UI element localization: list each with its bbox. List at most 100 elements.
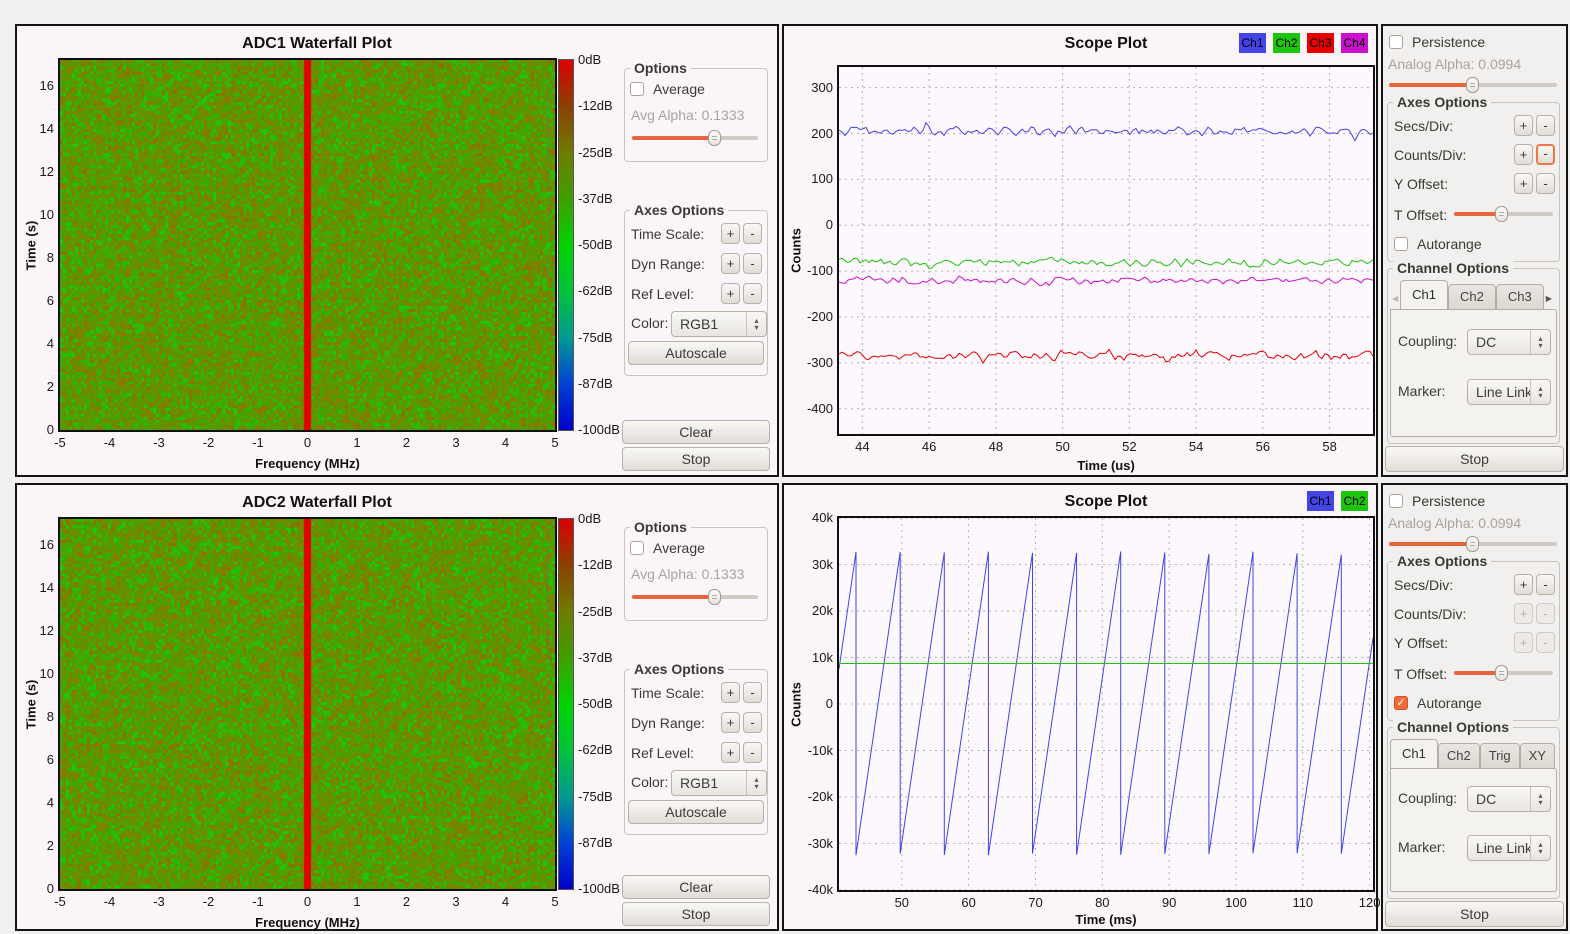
counts-div-minus-button[interactable]: -: [1536, 603, 1555, 624]
t-offset-slider[interactable]: [1454, 665, 1553, 681]
stop-button[interactable]: Stop: [622, 447, 770, 471]
x-tick-label: -1: [244, 895, 272, 909]
y-tick-label: 12: [28, 165, 54, 179]
secs-div-plus-button[interactable]: +: [1514, 115, 1533, 136]
counts-div-minus-button[interactable]: -: [1536, 144, 1555, 165]
dyn-range-plus-button[interactable]: +: [721, 253, 740, 274]
dyn-range-minus-button[interactable]: -: [743, 253, 762, 274]
slider-handle[interactable]: [708, 130, 721, 146]
secs-div-minus-button[interactable]: -: [1536, 115, 1555, 136]
scope-plot-canvas[interactable]: [837, 65, 1375, 436]
y-tick-label: 16: [28, 79, 54, 93]
time-scale-plus-button[interactable]: +: [721, 682, 740, 703]
marker-value: Line Link: [1468, 380, 1530, 404]
ref-level-minus-button[interactable]: -: [743, 283, 762, 304]
autoscale-button[interactable]: Autoscale: [628, 341, 764, 365]
average-checkbox[interactable]: [630, 541, 644, 555]
persistence-checkbox[interactable]: [1389, 494, 1403, 508]
average-checkbox[interactable]: [630, 82, 644, 96]
x-tick-label: 2: [393, 895, 421, 909]
y-offset-minus-button[interactable]: -: [1536, 632, 1555, 653]
spinner-arrows-icon[interactable]: ▴▾: [746, 771, 766, 795]
axes-options-group-label: Axes Options: [630, 202, 728, 218]
stop-button[interactable]: Stop: [1385, 901, 1564, 927]
y-offset-minus-button[interactable]: -: [1536, 173, 1555, 194]
persistence-label: Persistence: [1412, 493, 1485, 509]
trace-ch3: [839, 349, 1373, 363]
spin-down-icon[interactable]: ▾: [754, 783, 758, 790]
tab-ch1[interactable]: Ch1: [1390, 739, 1438, 768]
time-scale-minus-button[interactable]: -: [743, 223, 762, 244]
clear-button[interactable]: Clear: [622, 420, 770, 444]
tab-trig[interactable]: Trig: [1480, 743, 1520, 768]
spinner-arrows-icon[interactable]: ▴▾: [1530, 787, 1550, 811]
slider-handle[interactable]: [1466, 77, 1479, 93]
y-offset-plus-button[interactable]: +: [1514, 173, 1533, 194]
avg-alpha-slider[interactable]: [632, 130, 758, 146]
scope-traces: [839, 518, 1373, 890]
tab-scroll-left-icon[interactable]: ◀: [1390, 294, 1400, 309]
y-tick-label: 10: [28, 208, 54, 222]
autorange-checkbox[interactable]: [1394, 237, 1408, 251]
tab-ch2[interactable]: Ch2: [1448, 284, 1496, 309]
dyn-range-plus-button[interactable]: +: [721, 712, 740, 733]
stop-button[interactable]: Stop: [622, 902, 770, 926]
adc2-waterfall-panel: ADC2 Waterfall Plot Time (s) Frequency (…: [15, 483, 779, 931]
clear-button[interactable]: Clear: [622, 875, 770, 899]
autorange-checkbox[interactable]: ✓: [1394, 696, 1408, 710]
tab-ch1[interactable]: Ch1: [1400, 280, 1448, 309]
spinner-arrows-icon[interactable]: ▴▾: [1530, 836, 1550, 860]
spin-down-icon[interactable]: ▾: [1538, 799, 1542, 806]
t-offset-slider[interactable]: [1454, 206, 1553, 222]
secs-div-plus-button[interactable]: +: [1514, 574, 1533, 595]
spinner-arrows-icon[interactable]: ▴▾: [746, 312, 766, 336]
counts-div-plus-button[interactable]: +: [1514, 144, 1533, 165]
waterfall-heatmap[interactable]: [58, 517, 557, 891]
ref-level-plus-button[interactable]: +: [721, 742, 740, 763]
tab-scroll-right-icon[interactable]: ▶: [1544, 294, 1554, 309]
coupling-select[interactable]: DC ▴▾: [1467, 329, 1551, 355]
time-scale-minus-button[interactable]: -: [743, 682, 762, 703]
x-tick-label: -5: [46, 436, 74, 450]
ref-level-minus-button[interactable]: -: [743, 742, 762, 763]
counts-div-plus-button[interactable]: +: [1514, 603, 1533, 624]
waterfall-heatmap[interactable]: [58, 58, 557, 432]
analog-alpha-slider[interactable]: [1389, 77, 1557, 93]
y-tick-label: 6: [28, 294, 54, 308]
coupling-value: DC: [1468, 787, 1530, 811]
tab-ch3[interactable]: Ch3: [1496, 284, 1544, 309]
spin-down-icon[interactable]: ▾: [1538, 392, 1542, 399]
color-select[interactable]: RGB1 ▴▾: [671, 311, 767, 337]
y-offset-plus-button[interactable]: +: [1514, 632, 1533, 653]
spinner-arrows-icon[interactable]: ▴▾: [1530, 330, 1550, 354]
spin-down-icon[interactable]: ▾: [1538, 848, 1542, 855]
secs-div-minus-button[interactable]: -: [1536, 574, 1555, 595]
slider-handle[interactable]: [708, 589, 721, 605]
tab-ch2[interactable]: Ch2: [1438, 743, 1480, 768]
marker-select[interactable]: Line Link ▴▾: [1467, 835, 1551, 861]
scope-plot-canvas[interactable]: [837, 516, 1375, 892]
marker-select[interactable]: Line Link ▴▾: [1467, 379, 1551, 405]
legend-chip-ch3: Ch3: [1307, 33, 1334, 53]
dyn-range-minus-button[interactable]: -: [743, 712, 762, 733]
tab-xy[interactable]: XY: [1520, 743, 1555, 768]
analog-alpha-slider[interactable]: [1389, 536, 1557, 552]
avg-alpha-slider[interactable]: [632, 589, 758, 605]
color-select[interactable]: RGB1 ▴▾: [671, 770, 767, 796]
persistence-checkbox[interactable]: [1389, 35, 1403, 49]
slider-handle[interactable]: [1466, 536, 1479, 552]
spin-down-icon[interactable]: ▾: [754, 324, 758, 331]
coupling-select[interactable]: DC ▴▾: [1467, 786, 1551, 812]
spinner-arrows-icon[interactable]: ▴▾: [1530, 380, 1550, 404]
time-scale-plus-button[interactable]: +: [721, 223, 740, 244]
slider-handle[interactable]: [1495, 665, 1508, 681]
ref-level-plus-button[interactable]: +: [721, 283, 740, 304]
stop-button[interactable]: Stop: [1385, 446, 1564, 472]
slider-handle[interactable]: [1495, 206, 1508, 222]
autoscale-button[interactable]: Autoscale: [628, 800, 764, 824]
y-tick-label: 12: [28, 624, 54, 638]
spin-down-icon[interactable]: ▾: [1538, 342, 1542, 349]
dyn-range-label: Dyn Range:: [631, 256, 705, 272]
scope1-control-panel: Persistence Analog Alpha: 0.0994 Axes Op…: [1381, 24, 1568, 477]
analog-alpha-value: Analog Alpha: 0.0994: [1388, 515, 1521, 531]
